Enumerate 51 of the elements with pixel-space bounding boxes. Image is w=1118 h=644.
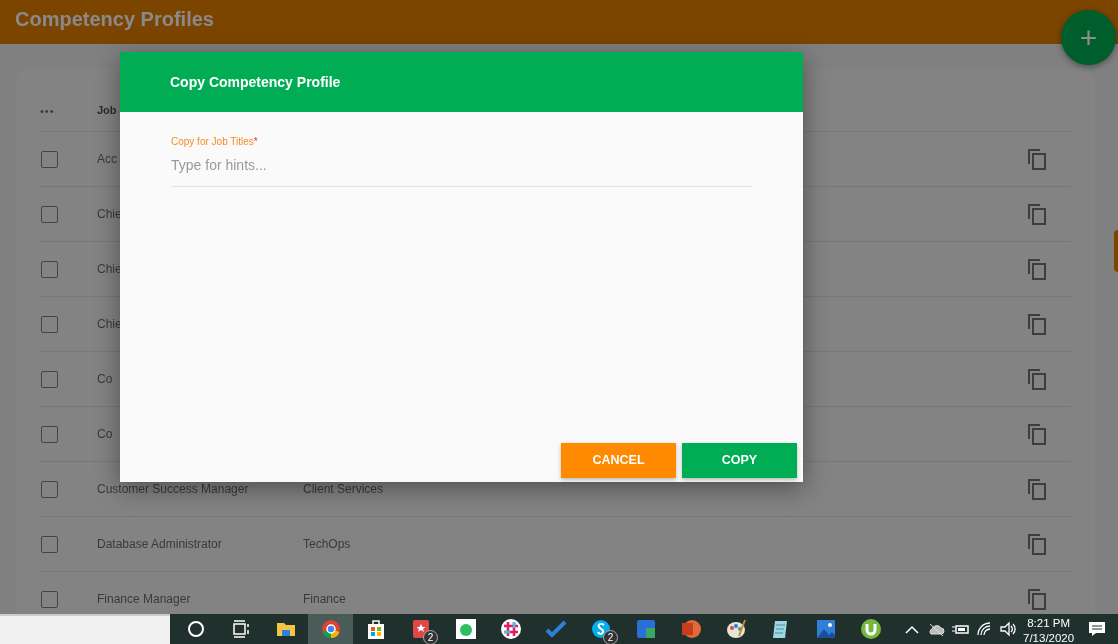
- job-title-cell: Co: [97, 427, 113, 441]
- job-title-cell: Co: [97, 372, 113, 386]
- dialog-title: Copy Competency Profile: [170, 72, 341, 92]
- browser-icon: [319, 618, 342, 640]
- department-cell: Finance: [303, 592, 346, 606]
- torrent-icon: [859, 618, 882, 640]
- palette-icon: [724, 618, 747, 640]
- copy-icon[interactable]: [1027, 588, 1047, 610]
- checkbox[interactable]: [41, 370, 58, 388]
- clock[interactable]: 8:21 PM 7/13/2020: [1023, 614, 1075, 644]
- job-title-cell: Customer Success Manager: [97, 482, 249, 496]
- copy-icon[interactable]: [1027, 478, 1047, 500]
- copy-icon[interactable]: [1027, 313, 1047, 335]
- checkbox[interactable]: [41, 205, 58, 223]
- copy-icon[interactable]: [1027, 423, 1047, 445]
- department-cell: Client Services: [303, 482, 384, 496]
- copy-button[interactable]: COPY: [682, 443, 797, 478]
- checkbox[interactable]: [41, 425, 58, 443]
- copy-icon[interactable]: [1027, 533, 1047, 555]
- job-title-cell: Finance Manager: [97, 592, 191, 606]
- chat-icon: [589, 618, 612, 640]
- slides-icon: [679, 618, 702, 640]
- checkbox[interactable]: [41, 150, 58, 168]
- badge-count: 2: [603, 630, 618, 644]
- column-menu-icon[interactable]: •••: [40, 104, 55, 117]
- copy-icon[interactable]: [1027, 203, 1047, 225]
- department-cell: TechOps: [303, 537, 351, 551]
- checkbox[interactable]: [41, 260, 58, 278]
- checkbox[interactable]: [41, 315, 58, 333]
- field-label: Copy for Job Titles*: [171, 135, 259, 149]
- volume-icon[interactable]: [999, 620, 1017, 638]
- photo-icon: [814, 618, 837, 640]
- cancel-button[interactable]: CANCEL: [561, 443, 676, 478]
- taskbar-button[interactable]: 2: [398, 614, 443, 644]
- wifi-icon[interactable]: [975, 620, 993, 638]
- badge-count: 2: [423, 630, 438, 644]
- copy-icon[interactable]: [1027, 258, 1047, 280]
- hash-icon: [499, 618, 522, 640]
- check-icon: [544, 618, 567, 640]
- checkbox[interactable]: [41, 590, 58, 608]
- job-title-cell: Acc: [97, 152, 117, 166]
- checkbox[interactable]: [41, 535, 58, 553]
- job-titles-field[interactable]: Type for hints...: [171, 149, 752, 187]
- taskbar-button[interactable]: 2: [578, 614, 623, 644]
- checkbox[interactable]: [41, 480, 58, 498]
- copy-icon[interactable]: [1027, 368, 1047, 390]
- column-header: Job: [97, 103, 117, 116]
- job-title-cell: Database Administrator: [97, 537, 222, 551]
- notification-icon[interactable]: [1088, 620, 1107, 638]
- copy-icon[interactable]: [1027, 148, 1047, 170]
- page-title: Competency Profiles: [15, 8, 214, 30]
